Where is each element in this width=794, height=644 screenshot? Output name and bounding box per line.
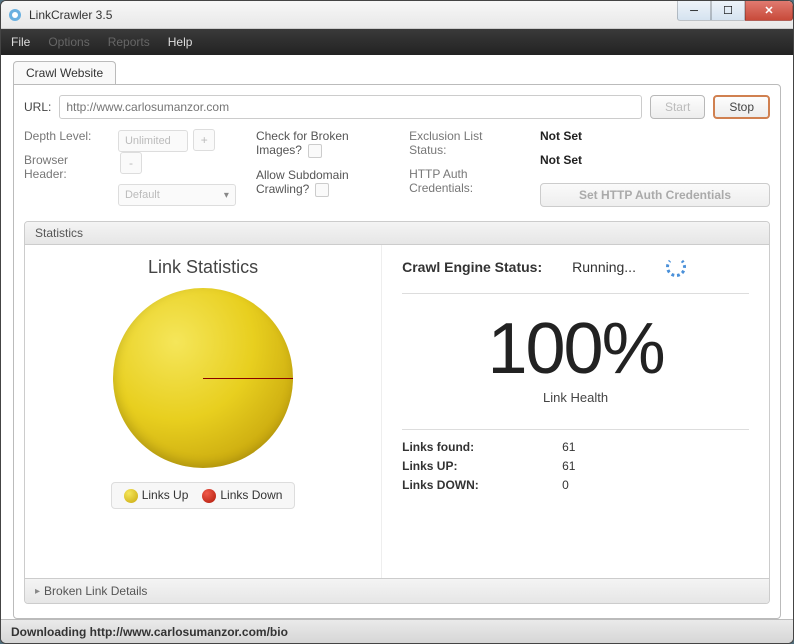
engine-status-label: Crawl Engine Status: — [402, 259, 542, 275]
chart-title: Link Statistics — [148, 257, 258, 278]
legend-up-label: Links Up — [142, 488, 189, 502]
url-label: URL: — [24, 100, 51, 114]
statistics-box: Statistics Link Statistics Links Up Link… — [24, 221, 770, 604]
pie-slice-marker — [203, 378, 293, 379]
browser-header-label: Browser Header: — [24, 153, 98, 181]
start-button: Start — [650, 95, 705, 119]
statusbar: Downloading http://www.carlosumanzor.com… — [1, 619, 793, 643]
close-button[interactable]: ✕ — [745, 1, 793, 21]
exclusion-status-value: Not Set — [540, 129, 770, 143]
menu-file[interactable]: File — [11, 35, 30, 49]
depth-decrease-button: - — [120, 152, 142, 174]
links-up-value: 61 — [562, 459, 575, 473]
window-title: LinkCrawler 3.5 — [29, 8, 787, 22]
spinner-icon — [666, 257, 686, 277]
set-auth-credentials-button: Set HTTP Auth Credentials — [540, 183, 770, 207]
crawl-panel: URL: Start Stop Depth Level: Browser Hea… — [13, 84, 781, 619]
links-found-value: 61 — [562, 440, 575, 454]
divider — [402, 293, 749, 294]
titlebar[interactable]: LinkCrawler 3.5 ─ ☐ ✕ — [1, 1, 793, 29]
url-input[interactable] — [59, 95, 642, 119]
content-area: Crawl Website URL: Start Stop Depth Leve… — [1, 55, 793, 619]
legend-down-label: Links Down — [220, 488, 282, 502]
legend-dot-up-icon — [124, 489, 138, 503]
menu-options: Options — [48, 35, 89, 49]
chart-pane: Link Statistics Links Up Links Down — [25, 245, 382, 578]
chevron-down-icon: ▾ — [224, 190, 229, 201]
minimize-button[interactable]: ─ — [677, 1, 711, 21]
app-window: LinkCrawler 3.5 ─ ☐ ✕ File Options Repor… — [0, 0, 794, 644]
depth-label: Depth Level: — [24, 129, 98, 143]
broken-link-details-label: Broken Link Details — [44, 584, 147, 598]
status-text: Downloading http://www.carlosumanzor.com… — [11, 625, 288, 639]
auth-credentials-label: HTTP Auth Credentials: — [409, 167, 520, 195]
engine-status-value: Running... — [572, 259, 636, 275]
browser-header-select: Default▾ — [118, 184, 236, 206]
tab-strip: Crawl Website — [13, 61, 781, 84]
exclusion-status-label: Exclusion List Status: — [409, 129, 520, 157]
window-controls: ─ ☐ ✕ — [677, 1, 793, 21]
divider — [402, 429, 749, 430]
app-icon — [7, 7, 23, 23]
auth-credentials-value: Not Set — [540, 153, 770, 167]
chevron-right-icon: ▸ — [35, 586, 40, 597]
stop-button[interactable]: Stop — [713, 95, 770, 119]
engine-status-row: Crawl Engine Status: Running... — [402, 257, 749, 277]
chart-legend: Links Up Links Down — [111, 482, 296, 509]
links-found-label: Links found: — [402, 440, 562, 454]
statistics-body: Link Statistics Links Up Links Down Craw… — [25, 245, 769, 578]
broken-link-details-accordion[interactable]: ▸ Broken Link Details — [25, 578, 769, 603]
link-health-percent: 100% — [402, 308, 749, 390]
engine-pane: Crawl Engine Status: Running... 100% Lin… — [382, 245, 769, 578]
menu-help[interactable]: Help — [168, 35, 193, 49]
broken-images-label: Check for Broken Images? — [256, 129, 349, 157]
broken-images-checkbox — [308, 144, 322, 158]
settings-row: Depth Level: Browser Header: Unlimited +… — [24, 129, 770, 207]
subdomain-label: Allow Subdomain Crawling? — [256, 168, 349, 196]
link-health-label: Link Health — [402, 390, 749, 405]
maximize-button[interactable]: ☐ — [711, 1, 745, 21]
tab-crawl-website[interactable]: Crawl Website — [13, 61, 116, 84]
url-row: URL: Start Stop — [24, 95, 770, 119]
legend-dot-down-icon — [202, 489, 216, 503]
depth-increase-button: + — [193, 129, 215, 151]
depth-input: Unlimited — [118, 130, 188, 152]
links-down-label: Links DOWN: — [402, 478, 562, 492]
subdomain-checkbox — [315, 183, 329, 197]
menubar: File Options Reports Help — [1, 29, 793, 55]
links-down-value: 0 — [562, 478, 569, 492]
menu-reports: Reports — [108, 35, 150, 49]
statistics-header: Statistics — [25, 222, 769, 245]
pie-chart — [113, 288, 293, 468]
links-up-label: Links UP: — [402, 459, 562, 473]
